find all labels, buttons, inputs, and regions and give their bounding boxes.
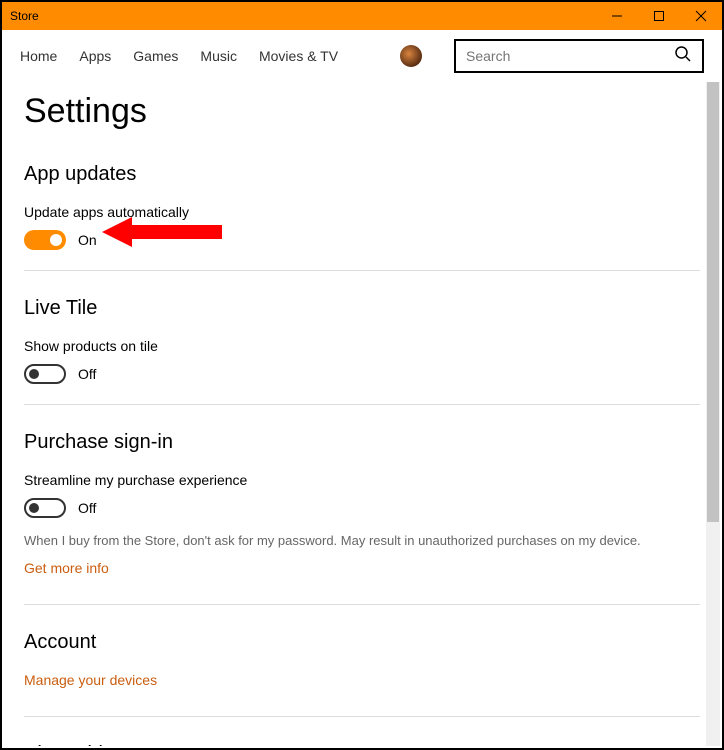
settings-content: Settings App updates Update apps automat… [4, 82, 720, 746]
nav-music[interactable]: Music [200, 48, 237, 64]
close-button[interactable] [680, 2, 722, 30]
divider [24, 270, 700, 271]
search-box[interactable] [454, 39, 704, 73]
streamline-state: Off [78, 500, 96, 516]
nav-movies-tv[interactable]: Movies & TV [259, 48, 338, 64]
section-about-title: About this app [24, 743, 700, 746]
maximize-button[interactable] [638, 2, 680, 30]
nav-games[interactable]: Games [133, 48, 178, 64]
section-app-updates-title: App updates [24, 163, 700, 186]
window-controls [596, 2, 722, 30]
search-icon[interactable] [674, 45, 692, 68]
update-apps-state: On [78, 232, 97, 248]
divider [24, 404, 700, 405]
manage-devices-link[interactable]: Manage your devices [24, 672, 157, 688]
section-account-title: Account [24, 631, 700, 654]
search-input[interactable] [466, 48, 668, 64]
navbar: Home Apps Games Music Movies & TV [2, 30, 722, 82]
purchase-description: When I buy from the Store, don't ask for… [24, 532, 700, 550]
divider [24, 604, 700, 605]
update-apps-toggle[interactable] [24, 230, 66, 250]
toggle-knob [29, 369, 39, 379]
get-more-info-link[interactable]: Get more info [24, 560, 109, 576]
update-apps-label: Update apps automatically [24, 204, 700, 220]
scrollbar-thumb[interactable] [707, 82, 719, 522]
titlebar: Store [2, 2, 722, 30]
toggle-knob [29, 503, 39, 513]
window-title: Store [10, 9, 39, 23]
show-products-toggle[interactable] [24, 364, 66, 384]
streamline-toggle[interactable] [24, 498, 66, 518]
page-title: Settings [24, 92, 700, 131]
section-purchase-title: Purchase sign-in [24, 431, 700, 454]
user-avatar[interactable] [400, 45, 422, 67]
show-products-label: Show products on tile [24, 338, 700, 354]
section-live-tile-title: Live Tile [24, 297, 700, 320]
minimize-button[interactable] [596, 2, 638, 30]
show-products-state: Off [78, 366, 96, 382]
streamline-label: Streamline my purchase experience [24, 472, 700, 488]
divider [24, 716, 700, 717]
scrollbar[interactable] [706, 82, 720, 746]
toggle-knob [50, 234, 62, 246]
nav-home[interactable]: Home [20, 48, 57, 64]
nav-apps[interactable]: Apps [79, 48, 111, 64]
